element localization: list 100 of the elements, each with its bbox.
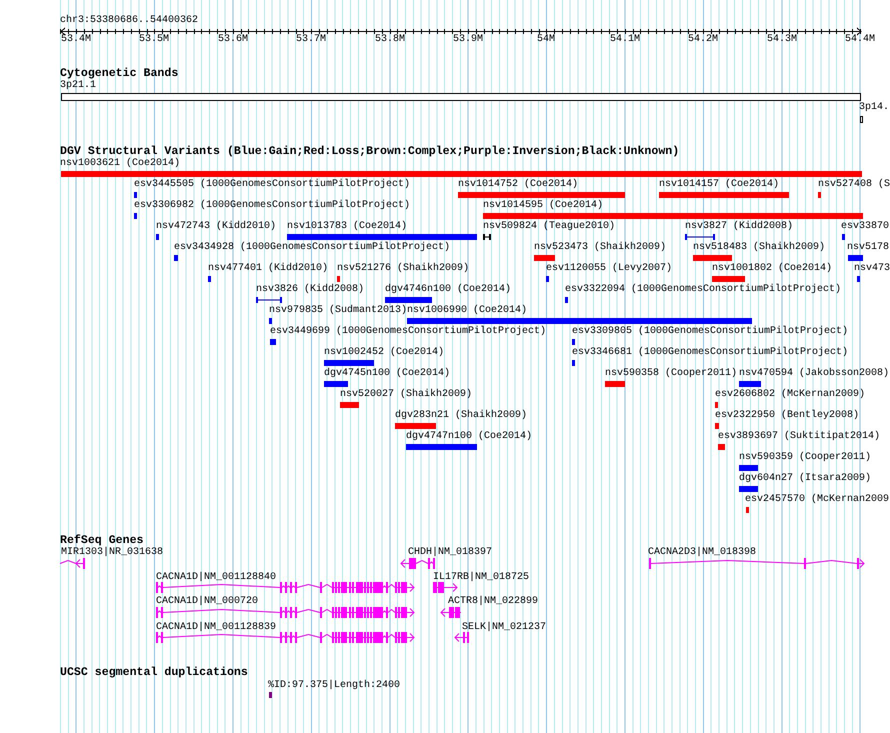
variant-bar[interactable] bbox=[324, 360, 374, 366]
tick-label: 54.1M bbox=[610, 34, 640, 46]
variant-label: nsv1003621 (Coe2014) bbox=[60, 158, 180, 170]
variant-bar[interactable] bbox=[848, 255, 863, 261]
gene-model-drawing[interactable] bbox=[433, 581, 458, 593]
variant-label: nsv979835 (Sudmant2013) bbox=[269, 305, 408, 317]
variant-label: esv33870 bbox=[841, 221, 890, 233]
gene-model-drawing[interactable] bbox=[401, 557, 436, 569]
gene-model-drawing[interactable] bbox=[441, 606, 462, 618]
variant-bar[interactable] bbox=[61, 171, 862, 177]
variant-label: esv3449699 (1000GenomesConsortiumPilotProject) bbox=[270, 326, 546, 338]
variant-bar[interactable] bbox=[818, 192, 821, 198]
variant-bar[interactable] bbox=[287, 234, 477, 240]
variant-label: nsv590359 (Cooper2011) bbox=[739, 452, 872, 464]
variant-label: dgv283n21 (Shaikh2009) bbox=[395, 410, 528, 422]
tick-label: 53.4M bbox=[61, 34, 92, 46]
tick-label: 53.5M bbox=[139, 34, 170, 46]
variant-label: esv3346681 (1000GenomesConsortiumPilotProject) bbox=[572, 347, 848, 359]
tick-label: 53.9M bbox=[453, 34, 484, 46]
gene-label: CACNA1D|NM_000720 bbox=[156, 596, 258, 608]
variant-bar[interactable] bbox=[395, 423, 436, 429]
variant-bar[interactable] bbox=[208, 276, 211, 282]
variant-label: esv2606802 (McKernan2009) bbox=[715, 389, 866, 401]
variant-span[interactable] bbox=[483, 234, 491, 240]
variant-bar[interactable] bbox=[340, 402, 359, 408]
variant-label: esv3445505 (1000GenomesConsortiumPilotProject) bbox=[134, 179, 410, 191]
variant-bar[interactable] bbox=[857, 276, 860, 282]
tick-label: 54M bbox=[537, 34, 556, 46]
variant-bar[interactable] bbox=[715, 402, 718, 408]
variant-label: esv3893697 (Suktitipat2014) bbox=[718, 431, 880, 443]
variant-label: esv3309805 (1000GenomesConsortiumPilotProject) bbox=[572, 326, 848, 338]
variant-bar[interactable] bbox=[324, 381, 348, 387]
gene-model-drawing[interactable] bbox=[156, 581, 415, 593]
variant-bar[interactable] bbox=[746, 507, 749, 513]
variant-bar[interactable] bbox=[739, 381, 761, 387]
variant-label: nsv3826 (Kidd2008) bbox=[256, 284, 364, 296]
variant-bar[interactable] bbox=[270, 339, 276, 345]
gene-label: SELK|NM_021237 bbox=[462, 622, 546, 634]
variant-label: nsv477401 (Kidd2010) bbox=[208, 263, 328, 275]
cytoband-bar[interactable] bbox=[61, 93, 861, 101]
gene-model-drawing[interactable] bbox=[455, 631, 470, 643]
variant-bar[interactable] bbox=[659, 192, 789, 198]
variant-bar[interactable] bbox=[605, 381, 625, 387]
variant-bar[interactable] bbox=[134, 192, 137, 198]
band-label: 3p21.1 bbox=[60, 80, 96, 92]
variant-bar[interactable] bbox=[174, 255, 178, 261]
track-title: RefSeq Genes bbox=[60, 534, 144, 547]
variant-bar[interactable] bbox=[712, 276, 745, 282]
variant-label: esv3306982 (1000GenomesConsortiumPilotProject) bbox=[134, 200, 410, 212]
gene-model-drawing[interactable] bbox=[156, 631, 415, 643]
variant-bar[interactable] bbox=[739, 465, 758, 471]
variant-bar[interactable] bbox=[842, 234, 845, 240]
gene-label: ACTR8|NM_022899 bbox=[448, 596, 538, 608]
variant-label: nsv1006990 (Coe2014) bbox=[407, 305, 528, 317]
gene-model-drawing[interactable] bbox=[649, 557, 865, 569]
variant-bar[interactable] bbox=[572, 339, 575, 345]
gene-model-drawing[interactable] bbox=[60, 557, 85, 569]
variant-bar[interactable] bbox=[739, 486, 758, 492]
variant-label: nsv527408 (S bbox=[818, 179, 890, 191]
track-title: DGV Structural Variants (Blue:Gain;Red:Loss;Brown:Complex;Purple:Inversion;Black:Unknown) bbox=[60, 145, 680, 158]
variant-span[interactable] bbox=[685, 234, 715, 240]
gene-label: IL17RB|NM_018725 bbox=[433, 572, 530, 584]
variant-label: nsv3827 (Kidd2008) bbox=[685, 221, 794, 233]
variant-label: esv1120055 (Levy2007) bbox=[546, 263, 672, 275]
tick-label: 53.7M bbox=[296, 34, 326, 46]
variant-bar[interactable] bbox=[458, 192, 625, 198]
variant-bar[interactable] bbox=[534, 255, 555, 261]
duplication-bar[interactable] bbox=[269, 692, 272, 698]
variant-bar[interactable] bbox=[156, 234, 159, 240]
variant-label: nsv509824 (Teague2010) bbox=[483, 221, 616, 233]
variant-bar[interactable] bbox=[406, 444, 477, 450]
variant-bar[interactable] bbox=[718, 444, 725, 450]
tick-label: 53.6M bbox=[218, 34, 248, 46]
gene-model-drawing[interactable] bbox=[156, 606, 415, 618]
variant-label: dgv4747n100 (Coe2014) bbox=[406, 431, 532, 443]
variant-bar[interactable] bbox=[407, 318, 752, 324]
variant-bar[interactable] bbox=[483, 213, 863, 219]
gene-label: CACNA1D|NM_001128840 bbox=[156, 572, 276, 584]
variant-label: nsv518483 (Shaikh2009) bbox=[693, 242, 826, 254]
variant-label: nsv1014595 (Coe2014) bbox=[483, 200, 604, 212]
variant-label: dgv4745n100 (Coe2014) bbox=[324, 368, 450, 380]
variant-bar[interactable] bbox=[134, 213, 137, 219]
variant-label: esv3322094 (1000GenomesConsortiumPilotProject) bbox=[565, 284, 842, 296]
variant-bar[interactable] bbox=[572, 360, 575, 366]
variant-bar[interactable] bbox=[269, 318, 272, 324]
variant-label: nsv473 bbox=[854, 263, 890, 275]
location-label: chr3:53380686..54400362 bbox=[60, 15, 198, 27]
gene-label: CACNA2D3|NM_018398 bbox=[648, 547, 756, 559]
variant-bar[interactable] bbox=[715, 423, 719, 429]
variant-bar[interactable] bbox=[385, 297, 432, 303]
variant-span[interactable] bbox=[256, 297, 282, 303]
variant-label: nsv5178 bbox=[847, 242, 890, 254]
variant-bar[interactable] bbox=[565, 297, 568, 303]
variant-label: dgv604n27 (Itsara2009) bbox=[739, 473, 872, 485]
gene-label: CACNA1D|NM_001128839 bbox=[156, 622, 276, 634]
variant-bar[interactable] bbox=[546, 276, 549, 282]
variant-bar[interactable] bbox=[337, 276, 340, 282]
variant-bar[interactable] bbox=[693, 255, 732, 261]
variant-label: nsv1014752 (Coe2014) bbox=[458, 179, 578, 191]
cytoband-bar[interactable] bbox=[860, 116, 863, 123]
